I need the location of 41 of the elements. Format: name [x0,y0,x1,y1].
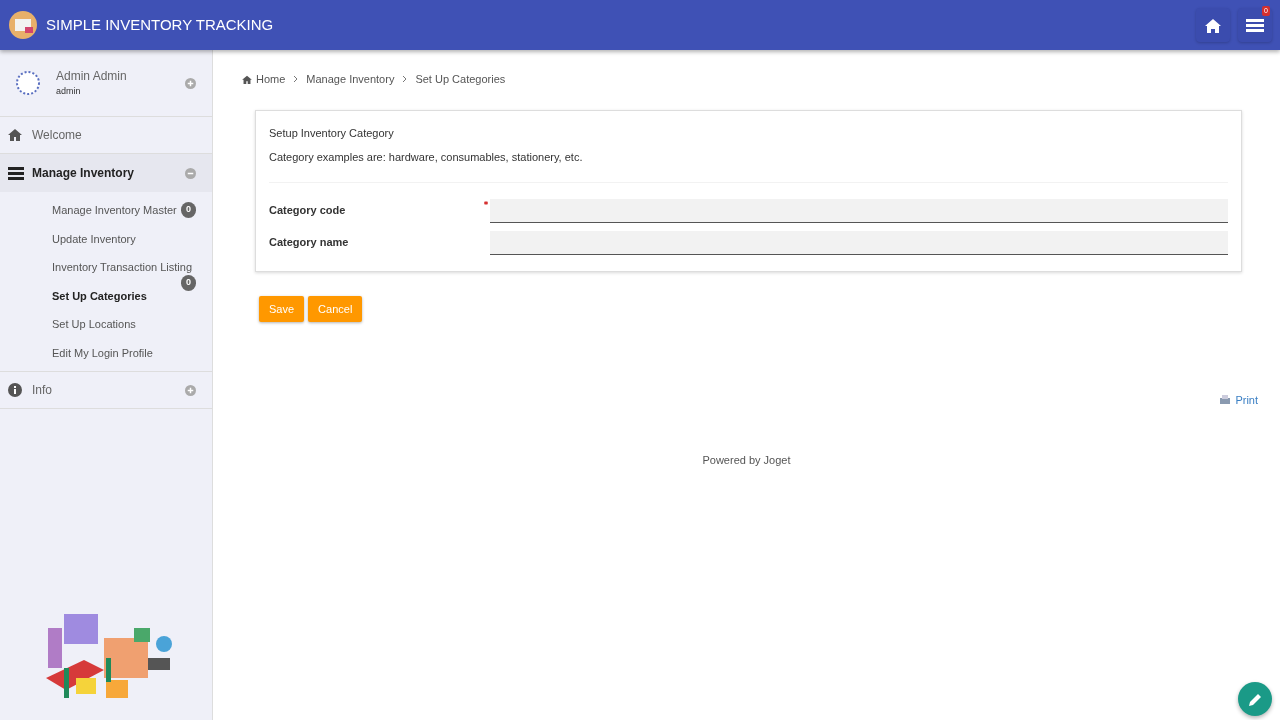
home-icon [242,74,252,84]
submenu-item[interactable]: Update Inventory [52,224,136,253]
print-link[interactable]: Print [1219,392,1258,409]
menu-item[interactable]: Manage Inventory [0,154,212,192]
field-label: Category name [269,235,350,251]
breadcrumb-link[interactable]: Home [242,71,286,88]
stack-icon [8,165,24,181]
breadcrumb-link[interactable]: Set Up Categories [415,71,506,88]
home-icon [8,127,24,143]
logo-icon [8,10,38,40]
submenu-item[interactable]: Set Up Locations [52,310,136,339]
home-icon [1204,17,1222,34]
menu-item[interactable]: Welcome [0,117,212,153]
input-field[interactable] [490,230,1228,255]
breadcrumb-link[interactable]: Manage Inventory [306,71,395,88]
submenu-item[interactable]: Edit My Login Profile [52,338,153,367]
printer-icon [1219,394,1232,407]
submenu-item[interactable]: Manage Inventory Master [52,196,177,225]
expand-icon[interactable] [185,77,196,89]
input-field[interactable] [490,198,1228,223]
app-title: SIMPLE INVENTORY TRACKING [46,14,274,35]
field-label: Category code [269,203,347,219]
info-icon [8,382,24,398]
chevron-icon [402,75,408,84]
powered-by-text: Powered by Joget [702,453,791,466]
user-login: admin [56,85,82,99]
expand-icon[interactable] [185,384,196,396]
edit-button[interactable] [1238,682,1272,716]
form-title: Setup Inventory Category [269,125,395,141]
avatar-icon [16,71,40,95]
count-badge: 0 [181,275,196,291]
pencil-icon [1247,691,1263,708]
submenu-item[interactable]: Set Up Categories [52,281,147,310]
form-description: Category examples are: hardware, consumables, stationery, etc. [269,150,584,165]
expand-icon[interactable] [185,167,196,179]
user-name: Admin Admin [56,68,127,86]
menu-item[interactable]: Info [0,372,212,408]
count-badge: 0 [181,202,196,218]
chevron-icon [293,75,299,84]
stack-icon [1246,18,1264,33]
home-button[interactable] [1196,8,1230,42]
